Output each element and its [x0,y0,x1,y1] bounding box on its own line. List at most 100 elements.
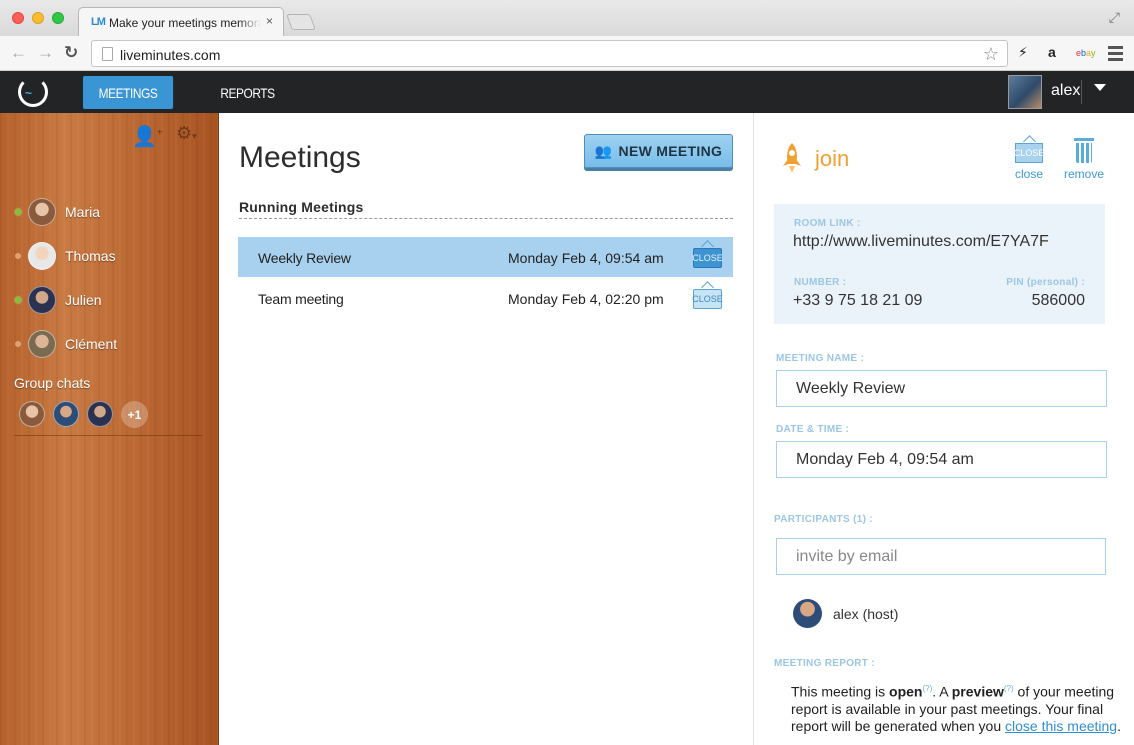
people-icon: 👥 [594,142,613,159]
avatar [28,242,56,270]
room-link[interactable]: http://www.liveminutes.com/E7YA7F [793,233,1049,251]
trash-icon [1074,138,1094,163]
meeting-name: Team meeting [258,291,344,307]
remove-action-button[interactable]: remove [1062,136,1106,181]
user-avatar[interactable] [1008,75,1042,109]
meeting-report-text: This meeting is open(?). A preview(?) of… [791,680,1121,735]
contact-item[interactable]: Julien [0,285,219,315]
app-header: ~ MEETINGS REPORTS [0,71,1134,113]
participants-label: PARTICIPANTS (1) : [774,514,873,525]
page-icon [102,47,113,61]
group-more-badge[interactable]: +1 [121,401,148,428]
contact-name: Thomas [65,248,116,264]
contact-name: Maria [65,204,101,220]
report-text-part: . A [932,683,952,700]
online-status-icon [15,297,21,303]
browser-menu-icon[interactable] [1108,46,1123,64]
report-text-part: . [1117,717,1121,734]
new-meeting-label: NEW MEETING [618,143,723,159]
meeting-date: Monday Feb 4, 02:20 pm [508,291,664,307]
browser-tab[interactable]: LM Make your meetings memorable × [78,7,284,36]
window-minimize-button[interactable] [32,12,44,24]
remove-action-label: remove [1063,167,1104,181]
page-title: Meetings [239,141,361,174]
window-close-button[interactable] [12,12,24,24]
report-open-status: open [889,683,923,700]
meeting-report-label: MEETING REPORT : [774,658,875,669]
room-info-box: ROOM LINK : http://www.liveminutes.com/E… [774,204,1105,324]
invite-email-input[interactable]: invite by email [776,538,1106,575]
user-menu-caret-icon[interactable] [1094,84,1106,91]
group-avatar[interactable] [19,401,45,427]
url-text[interactable]: liveminutes.com [120,47,220,63]
close-this-meeting-link[interactable]: close this meeting [1005,718,1117,734]
close-meeting-button[interactable]: CLOSE [692,289,723,309]
add-contact-icon[interactable]: 👤+ [132,124,163,149]
date-time-field[interactable]: Monday Feb 4, 09:54 am [776,441,1107,478]
amazon-extension-icon[interactable]: a [1048,44,1056,60]
pin-value: 586000 [1031,292,1085,309]
sidebar-divider [14,435,202,436]
browser-toolbar: ← → ↻ liveminutes.com ☆ ⚡ a ebay [0,36,1134,71]
contacts-sidebar: 👤+ ⚙▾ Maria Thomas Julien Clément Group … [0,113,219,745]
window-maximize-button[interactable] [52,12,64,24]
help-icon[interactable]: (?) [923,684,933,693]
avatar [793,599,822,628]
contact-item[interactable]: Maria [0,197,219,227]
new-meeting-button[interactable]: 👥 NEW MEETING [584,134,733,168]
contact-item[interactable]: Clément [0,329,219,359]
browser-tab-bar: LM Make your meetings memorable × ⤢ [0,0,1134,36]
participant-host: alex (host) [833,606,899,622]
forward-arrow-icon[interactable]: → [37,43,54,63]
meeting-name-label: MEETING NAME : [776,353,865,364]
liveminutes-favicon-icon: LM [91,16,106,28]
tab-meetings[interactable]: MEETINGS [83,76,174,109]
ebay-extension-icon[interactable]: ebay [1076,48,1096,58]
tab-title: Make your meetings memorable [109,16,261,30]
reload-icon[interactable]: ↻ [64,43,78,63]
lightning-extension-icon[interactable]: ⚡ [1018,44,1028,61]
meeting-name: Weekly Review [258,250,351,266]
logo-pulse-icon: ~ [25,86,33,100]
bookmark-star-icon[interactable]: ☆ [983,44,999,65]
rocket-icon[interactable] [781,142,803,174]
dial-in-number: +33 9 75 18 21 09 [793,292,923,309]
back-arrow-icon[interactable]: ← [10,43,27,63]
group-avatar[interactable] [53,401,79,427]
section-divider [239,218,733,219]
meeting-name-field[interactable]: Weekly Review [776,370,1107,407]
number-label: NUMBER : [794,277,847,288]
user-name[interactable]: alex [1051,82,1080,100]
address-bar[interactable]: liveminutes.com ☆ [91,40,1008,67]
meetings-pane: Meetings 👥 NEW MEETING Running Meetings … [219,113,754,745]
meeting-row[interactable]: Team meeting Monday Feb 4, 02:20 pm CLOS… [238,278,733,318]
settings-gear-icon[interactable]: ⚙▾ [176,123,197,144]
avatar [28,330,56,358]
room-link-label: ROOM LINK : [794,218,861,229]
avatar [28,198,56,226]
offline-status-icon [15,341,21,347]
user-menu-divider [1081,80,1082,104]
meeting-detail-pane: join CLOSE close remove ROOM LINK : http… [755,113,1134,745]
report-preview: preview [951,683,1004,700]
group-chats-title: Group chats [14,375,91,391]
meeting-row[interactable]: Weekly Review Monday Feb 4, 09:54 am CLO… [238,237,733,277]
fullscreen-icon[interactable]: ⤢ [1109,9,1120,26]
new-tab-button[interactable] [286,14,316,30]
report-text-part: This meeting is [791,683,890,700]
close-action-label: close [1014,167,1043,181]
join-button[interactable]: join [815,146,849,172]
online-status-icon [15,209,21,215]
contact-item[interactable]: Thomas [0,241,219,271]
close-meeting-button[interactable]: CLOSE [692,248,723,268]
date-time-label: DATE & TIME : [776,424,850,435]
close-sign-icon: CLOSE [1014,143,1044,163]
group-avatar[interactable] [87,401,113,427]
help-icon[interactable]: (?) [1004,684,1014,693]
contact-name: Clément [65,336,118,352]
avatar [28,286,56,314]
liveminutes-logo-icon[interactable]: ~ [18,77,48,107]
tab-close-icon[interactable]: × [266,14,273,28]
tab-reports[interactable]: REPORTS [220,76,275,109]
close-action-button[interactable]: CLOSE close [1014,136,1044,184]
